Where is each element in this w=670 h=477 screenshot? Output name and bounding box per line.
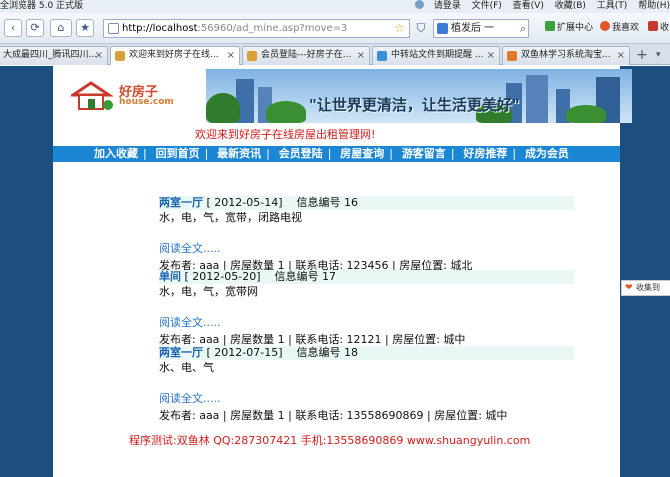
shop-favicon xyxy=(507,51,517,61)
tab-1[interactable]: 大成最四川_腾讯四川... × xyxy=(0,46,108,65)
favorite-star-icon[interactable]: ★ xyxy=(76,19,94,37)
menu-view[interactable]: 查看(V) xyxy=(513,1,544,11)
listing-date: [ 2012-05-20] xyxy=(184,270,261,283)
listing-description: 水，电，气，宽带网 xyxy=(159,285,258,298)
house-logo-icon xyxy=(71,81,114,110)
listing-title[interactable]: 两室一厅 xyxy=(159,196,203,209)
listing-date: [ 2012-05-14] xyxy=(206,196,283,209)
banner-slogan: "让世界更清洁，让生活更美好" xyxy=(309,96,520,114)
listing-header: 单间 [ 2012-05-20] 信息编号 17 xyxy=(159,270,574,284)
login-link[interactable]: 请登录 xyxy=(407,0,461,11)
page-viewport: 好房子 house.com "让世界更清洁，让生活更美好" 欢迎来到好房子在线房… xyxy=(0,66,670,477)
puzzle-icon xyxy=(545,21,555,31)
listing-title[interactable]: 两室一厅 xyxy=(159,346,203,359)
transfer-favicon xyxy=(377,51,387,61)
listing-date: [ 2012-07-15] xyxy=(206,346,283,359)
collect-widget[interactable]: ❤ 收集到 xyxy=(621,280,670,296)
nav-register[interactable]: 成为会员 xyxy=(525,147,569,160)
welcome-text: 欢迎来到好房子在线房屋出租管理网! xyxy=(195,128,376,141)
search-input[interactable]: 植发后 一 xyxy=(451,20,494,37)
new-tab-button[interactable]: + xyxy=(632,47,652,64)
address-bar[interactable]: http://localhost:56960/ad_mine.asp?move=… xyxy=(103,19,410,38)
house-favicon xyxy=(115,51,125,61)
site-logo[interactable]: 好房子 house.com xyxy=(71,81,191,113)
nav-guestbook[interactable]: 游客留言 xyxy=(402,147,446,160)
listing-header: 两室一厅 [ 2012-07-15] 信息编号 18 xyxy=(159,346,574,360)
tab-bar: 大成最四川_腾讯四川... × 欢迎来到好房子在线... × 会员登陆---好房子在… xyxy=(0,44,670,65)
tab-2[interactable]: 欢迎来到好房子在线... × xyxy=(110,46,240,65)
collect-button[interactable]: 收 xyxy=(648,21,669,35)
page-icon xyxy=(108,23,119,34)
read-more-link[interactable]: 阅读全文..... xyxy=(159,316,574,330)
collect-icon xyxy=(648,21,658,31)
nav-news[interactable]: 最新资讯 xyxy=(217,147,261,160)
main-nav: 加入收藏 | 回到首页 | 最新资讯 | 会员登陆 | 房屋查询 | 游客留言 | 好房推荐… xyxy=(53,146,620,162)
tab-3[interactable]: 会员登陆---好房子在... × xyxy=(242,46,370,65)
nav-home[interactable]: 回到首页 xyxy=(156,147,200,160)
page-content: 好房子 house.com "让世界更清洁，让生活更美好" 欢迎来到好房子在线房… xyxy=(53,66,632,477)
nav-search[interactable]: 房屋查询 xyxy=(340,147,384,160)
search-icon[interactable]: ⌕ xyxy=(520,22,526,36)
tab-list-icon[interactable]: ▾ xyxy=(656,47,670,64)
menu-bar: 请登录 文件(F) 查看(V) 收藏(B) 工具(T) 帮助(H) xyxy=(399,0,670,13)
home-icon[interactable]: ⌂ xyxy=(50,19,72,37)
nav-login[interactable]: 会员登陆 xyxy=(279,147,323,160)
like-button[interactable]: 我喜欢 xyxy=(600,21,639,35)
search-box[interactable]: 植发后 一 ⌕ xyxy=(433,19,529,38)
listing-item: 单间 [ 2012-05-20] 信息编号 17 水，电，气，宽带网 阅读全文.… xyxy=(159,270,574,347)
window-titlebar: 全浏览器 5.0 正式版 请登录 文件(F) 查看(V) 收藏(B) 工具(T)… xyxy=(0,0,670,13)
read-more-link[interactable]: 阅读全文..... xyxy=(159,392,574,406)
logo-domain: house.com xyxy=(119,97,174,107)
refresh-icon[interactable]: ⟳ xyxy=(26,19,44,37)
heart-icon: ❤ xyxy=(625,283,633,293)
house-favicon xyxy=(247,51,257,61)
menu-favorites[interactable]: 收藏(B) xyxy=(555,1,586,11)
extension-center-button[interactable]: 扩展中心 xyxy=(545,21,593,35)
heart-icon xyxy=(600,21,610,31)
bookmark-icon[interactable]: ☆ xyxy=(394,21,405,35)
menu-tools[interactable]: 工具(T) xyxy=(597,1,628,11)
menu-file[interactable]: 文件(F) xyxy=(472,1,502,11)
tab-5[interactable]: 双鱼林学习系统淘宝... × xyxy=(502,46,630,65)
shield-icon[interactable]: ⛉ xyxy=(414,20,428,36)
listing-id: 信息编号 16 xyxy=(296,196,359,209)
listing-item: 两室一厅 [ 2012-07-15] 信息编号 18 水、电、气 阅读全文...… xyxy=(159,346,574,423)
close-icon[interactable]: × xyxy=(227,47,235,64)
close-icon[interactable]: × xyxy=(357,47,365,64)
listing-id: 信息编号 18 xyxy=(296,346,359,359)
listing-item: 两室一厅 [ 2012-05-14] 信息编号 16 水，电，气，宽带，闭路电视… xyxy=(159,196,574,273)
listing-id: 信息编号 17 xyxy=(274,270,337,283)
listing-title[interactable]: 单间 xyxy=(159,270,181,283)
search-engine-icon[interactable] xyxy=(437,23,448,34)
close-icon[interactable]: × xyxy=(487,47,495,64)
window-title: 全浏览器 5.0 正式版 xyxy=(0,1,84,11)
listing-meta: 发布者: aaa | 房屋数量 1 | 联系电话: 12121 | 房屋位置: … xyxy=(159,333,466,346)
nav-recommend[interactable]: 好房推荐 xyxy=(463,147,507,160)
browser-toolbar: ‹ ⟳ ⌂ ★ http://localhost:56960/ad_mine.a… xyxy=(0,13,670,44)
user-icon xyxy=(414,0,424,9)
listing-description: 水、电、气 xyxy=(159,361,214,374)
listing-meta: 发布者: aaa | 房屋数量 1 | 联系电话: 13558690869 | … xyxy=(159,409,508,422)
back-button[interactable]: ‹ xyxy=(4,19,22,37)
tab-4[interactable]: 中转站文件到期提醒 ... × xyxy=(372,46,500,65)
listing-header: 两室一厅 [ 2012-05-14] 信息编号 16 xyxy=(159,196,574,210)
close-icon[interactable]: × xyxy=(95,47,103,64)
read-more-link[interactable]: 阅读全文..... xyxy=(159,242,574,256)
close-icon[interactable]: × xyxy=(617,47,625,64)
address-text[interactable]: http://localhost:56960/ad_mine.asp?move=… xyxy=(122,20,347,37)
banner: "让世界更清洁，让生活更美好" xyxy=(206,69,632,123)
listing-description: 水，电，气，宽带，闭路电视 xyxy=(159,211,302,224)
nav-add-favorite[interactable]: 加入收藏 xyxy=(94,147,138,160)
footer-text: 程序测试:双鱼林 QQ:287307421 手机:13558690869 www… xyxy=(129,434,531,447)
menu-help[interactable]: 帮助(H) xyxy=(638,1,670,11)
